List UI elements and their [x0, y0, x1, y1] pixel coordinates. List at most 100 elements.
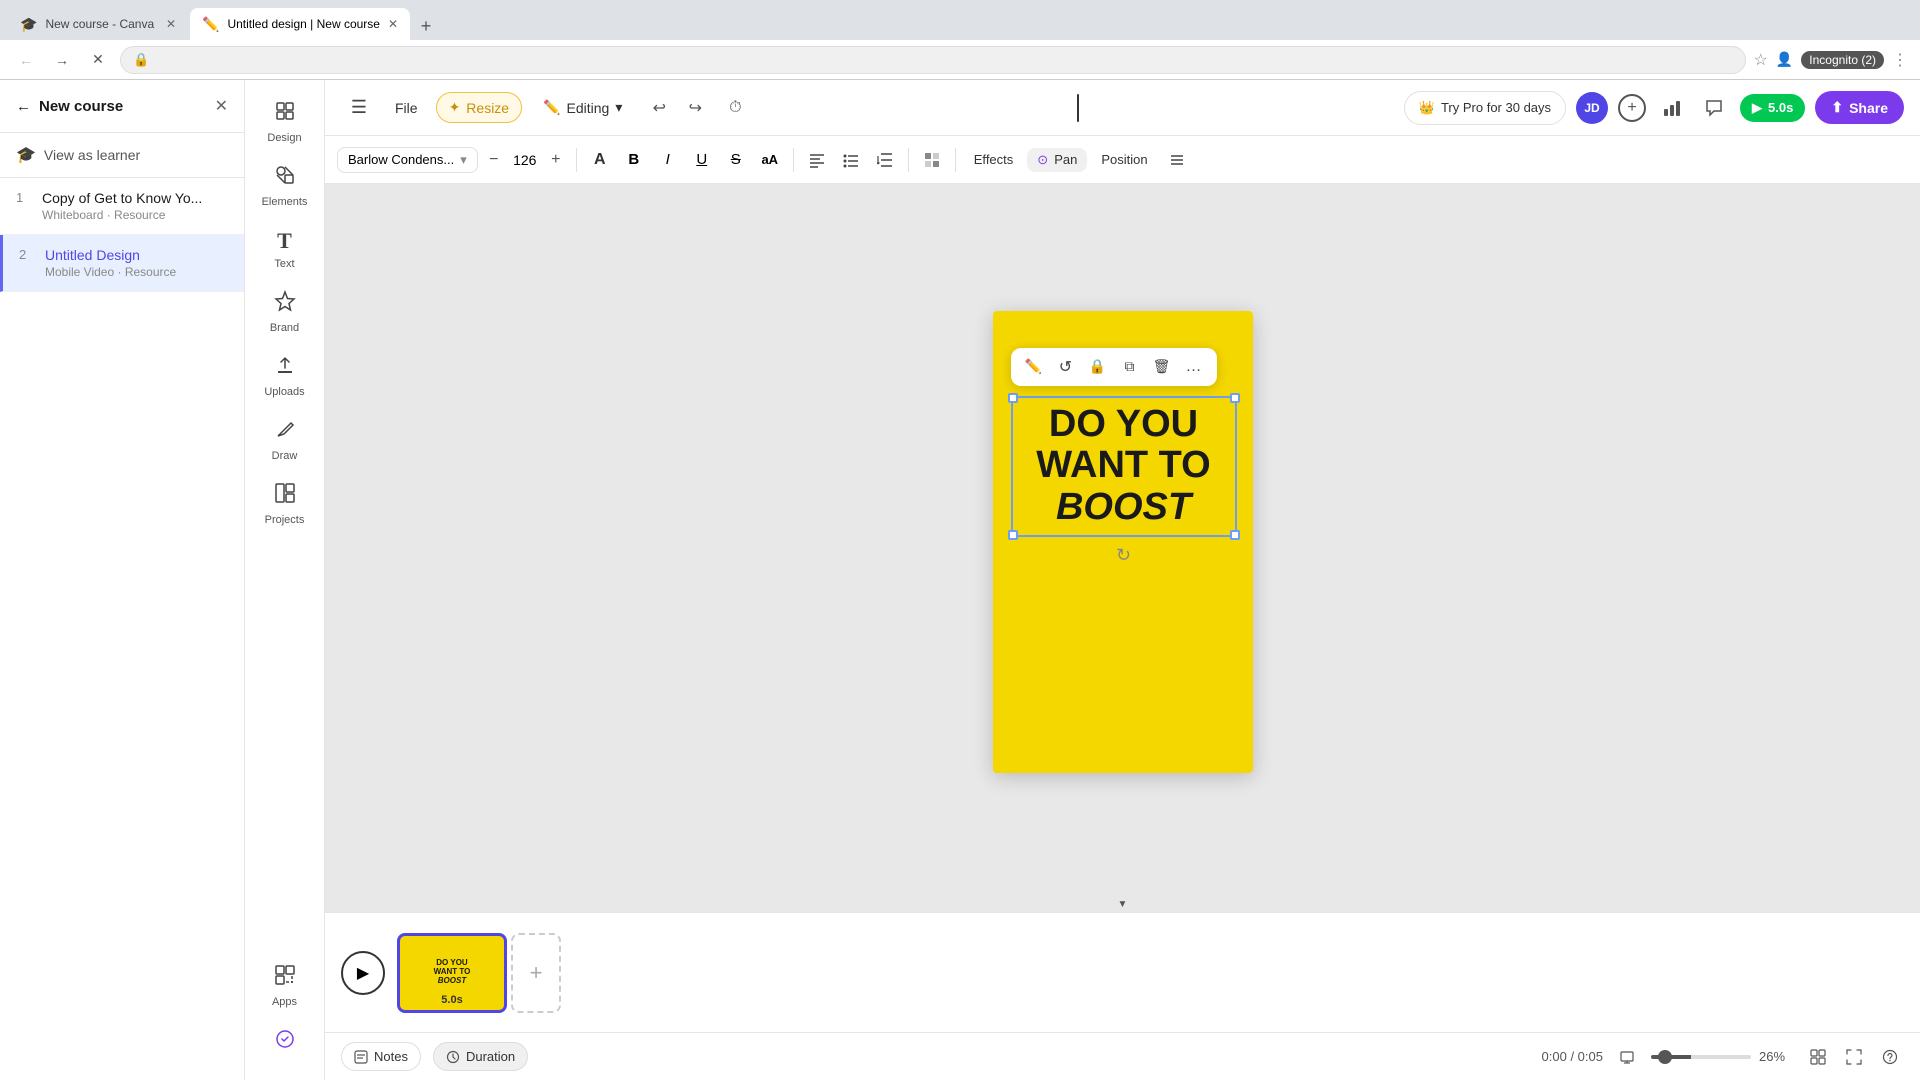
- course-items: 1 Copy of Get to Know Yo... Whiteboard ·…: [0, 178, 244, 1080]
- bookmark-icon[interactable]: ☆: [1754, 50, 1768, 70]
- effects-button[interactable]: Effects: [964, 148, 1024, 171]
- font-size-decrease[interactable]: −: [482, 148, 506, 172]
- user-avatar[interactable]: JD: [1576, 92, 1608, 124]
- undo-button[interactable]: ↩: [643, 92, 675, 124]
- handle-bottom-right[interactable]: [1230, 530, 1240, 540]
- timer-button[interactable]: ⏱: [719, 92, 751, 124]
- effects-label: Effects: [974, 152, 1014, 167]
- tool-brand[interactable]: Brand: [250, 282, 320, 342]
- tab-2[interactable]: ✏️ Untitled design | New course ✕: [190, 8, 410, 40]
- uploads-icon: [274, 354, 296, 382]
- analytics-button[interactable]: [1656, 92, 1688, 124]
- canvas-scroll[interactable]: ✏️ ↺ 🔒 ⧉ 🗑 …: [325, 184, 1920, 899]
- text-color-button[interactable]: A: [585, 145, 615, 175]
- tool-projects[interactable]: Projects: [250, 474, 320, 534]
- zoom-slider[interactable]: [1651, 1055, 1751, 1059]
- tab-1[interactable]: 🎓 New course - Canva ✕: [8, 8, 188, 40]
- help-button[interactable]: [1876, 1043, 1904, 1071]
- rotate-button[interactable]: ↺: [1051, 352, 1081, 382]
- bold-button[interactable]: B: [619, 145, 649, 175]
- elements-label: Elements: [262, 196, 308, 208]
- add-clip-button[interactable]: +: [511, 933, 561, 1013]
- item-1-title: Copy of Get to Know Yo...: [42, 190, 202, 206]
- file-button[interactable]: File: [385, 94, 428, 122]
- tool-design[interactable]: Design: [250, 92, 320, 152]
- grid-view-button[interactable]: [1804, 1043, 1832, 1071]
- handle-bottom-left[interactable]: [1008, 530, 1018, 540]
- add-collaborator-button[interactable]: +: [1618, 94, 1646, 122]
- rotate-handle[interactable]: ↻: [1011, 545, 1237, 566]
- tool-draw[interactable]: Draw: [250, 410, 320, 470]
- hamburger-menu-button[interactable]: ☰: [341, 90, 377, 126]
- pattern-button[interactable]: [917, 145, 947, 175]
- line-spacing-button[interactable]: [870, 145, 900, 175]
- notes-button[interactable]: Notes: [341, 1042, 421, 1071]
- design-canvas[interactable]: ✏️ ↺ 🔒 ⧉ 🗑 …: [993, 311, 1253, 773]
- tool-elements[interactable]: Elements: [250, 156, 320, 216]
- font-selector[interactable]: Barlow Condens... ▾: [337, 147, 478, 173]
- tab-1-close[interactable]: ✕: [166, 17, 176, 31]
- fullscreen-button[interactable]: [1840, 1043, 1868, 1071]
- item-1-num: 1: [16, 190, 32, 205]
- delete-button[interactable]: 🗑: [1147, 352, 1177, 382]
- course-back-button[interactable]: ← New course: [16, 98, 123, 115]
- more-element-options[interactable]: …: [1179, 352, 1209, 382]
- zoom-control: 26%: [1651, 1049, 1794, 1064]
- resize-star-icon: ✦: [449, 99, 461, 116]
- tool-uploads[interactable]: Uploads: [250, 346, 320, 406]
- edit-text-button[interactable]: ✏️: [1019, 352, 1049, 382]
- uploads-label: Uploads: [264, 386, 304, 398]
- back-button[interactable]: ←: [12, 46, 40, 74]
- text-cursor-indicator: [1077, 94, 1079, 122]
- address-bar[interactable]: 🔒 canva.com/folder/FAFVwcrQe_M/sequence/…: [120, 46, 1746, 74]
- underline-button[interactable]: U: [687, 145, 717, 175]
- lock-button[interactable]: 🔒: [1083, 352, 1113, 382]
- divider-3: [908, 148, 909, 172]
- duplicate-button[interactable]: ⧉: [1115, 352, 1145, 382]
- tool-text[interactable]: T Text: [250, 220, 320, 278]
- tool-magic[interactable]: [250, 1020, 320, 1064]
- redo-button[interactable]: ↪: [679, 92, 711, 124]
- font-case-button[interactable]: aA: [755, 145, 785, 175]
- font-size-increase[interactable]: +: [544, 148, 568, 172]
- font-size-value[interactable]: 126: [510, 152, 540, 168]
- timeline-play-button[interactable]: ▶: [341, 951, 385, 995]
- text-element-wrapper[interactable]: ✏️ ↺ 🔒 ⧉ 🗑 …: [1011, 396, 1237, 566]
- handle-top-left[interactable]: [1008, 393, 1018, 403]
- tool-apps[interactable]: Apps: [250, 956, 320, 1016]
- pan-circle-icon: ⊙: [1037, 152, 1048, 168]
- duration-button[interactable]: Duration: [433, 1042, 528, 1071]
- editing-button[interactable]: ✏️ Editing ▾: [530, 92, 635, 123]
- forward-button[interactable]: →: [48, 46, 76, 74]
- tab-2-close[interactable]: ✕: [388, 17, 398, 31]
- list-button[interactable]: [836, 145, 866, 175]
- course-item-2[interactable]: 2 Untitled Design Mobile Video · Resourc…: [0, 235, 244, 292]
- view-as-learner-button[interactable]: 🎓 View as learner: [0, 133, 244, 178]
- handle-top-right[interactable]: [1230, 393, 1240, 403]
- position-button[interactable]: Position: [1091, 148, 1157, 171]
- share-button[interactable]: ⬆ Share: [1815, 91, 1904, 124]
- try-pro-button[interactable]: 👑 Try Pro for 30 days: [1404, 91, 1566, 125]
- italic-button[interactable]: I: [653, 145, 683, 175]
- comment-button[interactable]: [1698, 92, 1730, 124]
- menu-dots-icon[interactable]: ⋮: [1892, 50, 1908, 70]
- text-align-button[interactable]: [802, 145, 832, 175]
- profile-icon[interactable]: 👤: [1776, 51, 1793, 68]
- timeline-clip-1[interactable]: DO YOUWANT TOBOOST 5.0s: [397, 933, 507, 1013]
- resize-button[interactable]: ✦ Resize: [436, 92, 523, 123]
- course-item-1[interactable]: 1 Copy of Get to Know Yo... Whiteboard ·…: [0, 178, 244, 235]
- address-input[interactable]: canva.com/folder/FAFVwcrQe_M/sequence/DA…: [157, 52, 1732, 67]
- pan-button[interactable]: ⊙ Pan: [1027, 148, 1087, 172]
- play-time-button[interactable]: ▶ 5.0s: [1740, 94, 1805, 122]
- strikethrough-button[interactable]: S: [721, 145, 751, 175]
- device-view-button[interactable]: [1613, 1043, 1641, 1071]
- editing-label: Editing: [567, 100, 610, 116]
- play-time-label: 5.0s: [1768, 100, 1793, 115]
- font-chevron-icon: ▾: [460, 152, 467, 168]
- more-options-button[interactable]: [1162, 145, 1192, 175]
- text-selection-box[interactable]: DO YOU WANT TO BOOST: [1011, 396, 1237, 537]
- new-tab-button[interactable]: +: [412, 12, 440, 40]
- reload-button[interactable]: ✕: [84, 46, 112, 74]
- draw-icon: [274, 418, 296, 446]
- course-close-button[interactable]: ✕: [215, 96, 228, 116]
